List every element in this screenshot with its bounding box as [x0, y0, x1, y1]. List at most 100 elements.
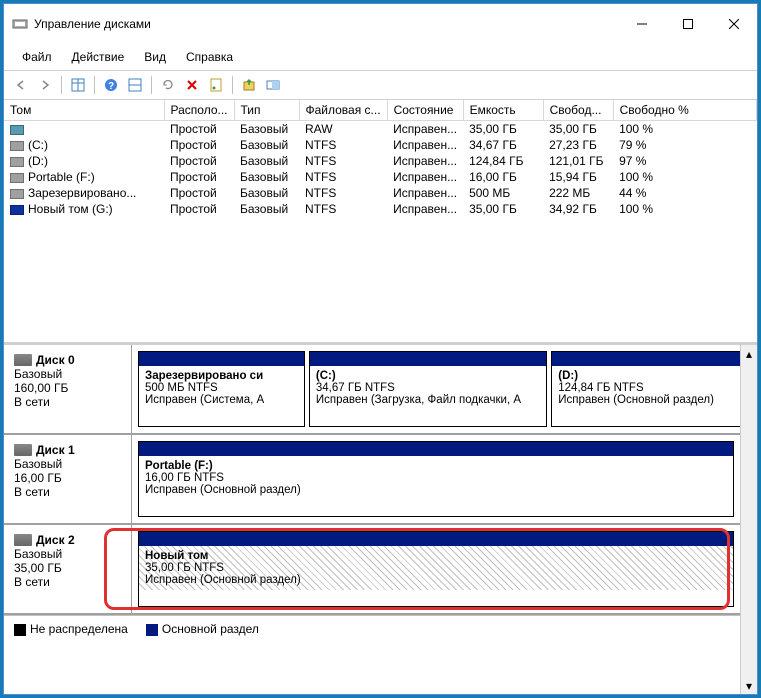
content: Том Располо... Тип Файловая с... Состоян… [4, 100, 757, 694]
partition-status: Исправен (Основной раздел) [145, 484, 727, 496]
partition-info: 16,00 ГБ NTFS [145, 472, 727, 484]
disk-state: В сети [14, 575, 121, 589]
disk-info: Диск 2Базовый35,00 ГБВ сети [4, 525, 132, 613]
partition-status: Исправен (Загрузка, Файл подкачки, А [316, 394, 540, 406]
partition-status: Исправен (Основной раздел) [558, 394, 735, 406]
refresh-button[interactable] [157, 74, 179, 96]
help-button[interactable]: ? [100, 74, 122, 96]
col-volume[interactable]: Том [4, 100, 164, 121]
menu-help[interactable]: Справка [176, 46, 243, 68]
col-fs[interactable]: Файловая с... [299, 100, 387, 121]
graphic-pane[interactable]: Диск 0Базовый160,00 ГБВ сетиЗарезервиров… [4, 345, 740, 694]
toolbar: ? [4, 71, 757, 100]
back-button[interactable] [10, 74, 32, 96]
volume-table-pane[interactable]: Том Располо... Тип Файловая с... Состоян… [4, 100, 757, 345]
disk-partitions: Portable (F:)16,00 ГБ NTFSИсправен (Осно… [132, 435, 740, 523]
legend-primary-swatch [146, 624, 158, 636]
table-row[interactable]: Portable (F:)ПростойБазовыйNTFSИсправен.… [4, 169, 757, 185]
disk-size: 160,00 ГБ [14, 381, 121, 395]
partition-name: (C:) [316, 370, 540, 382]
table-row[interactable]: Новый том (G:)ПростойБазовыйNTFSИсправен… [4, 201, 757, 217]
menu-view[interactable]: Вид [134, 46, 176, 68]
action1-button[interactable] [238, 74, 260, 96]
app-icon [12, 16, 28, 32]
col-capacity[interactable]: Емкость [463, 100, 543, 121]
window-title: Управление дисками [34, 17, 619, 31]
volume-icon [10, 189, 24, 199]
disk-row: Диск 1Базовый16,00 ГБВ сетиPortable (F:)… [4, 435, 740, 525]
partition-info: 35,00 ГБ NTFS [145, 562, 727, 574]
volume-icon [10, 173, 24, 183]
table-row[interactable]: (D:)ПростойБазовыйNTFSИсправен...124,84 … [4, 153, 757, 169]
legend-unalloc-swatch [14, 624, 26, 636]
disk-management-window: Управление дисками Файл Действие Вид Спр… [3, 3, 758, 695]
action2-button[interactable] [262, 74, 284, 96]
disk-size: 16,00 ГБ [14, 471, 121, 485]
legend: Не распределена Основной раздел [4, 615, 740, 642]
partition[interactable]: (C:)34,67 ГБ NTFSИсправен (Загрузка, Фай… [309, 351, 547, 427]
disk-row: Диск 0Базовый160,00 ГБВ сетиЗарезервиров… [4, 345, 740, 435]
partition-status: Исправен (Система, А [145, 394, 298, 406]
table-row[interactable]: (C:)ПростойБазовыйNTFSИсправен...34,67 Г… [4, 137, 757, 153]
partition[interactable]: (D:)124,84 ГБ NTFSИсправен (Основной раз… [551, 351, 740, 427]
properties-button[interactable] [205, 74, 227, 96]
close-button[interactable] [711, 10, 757, 38]
volume-icon [10, 205, 24, 215]
legend-unalloc-label: Не распределена [30, 622, 128, 636]
partition-info: 124,84 ГБ NTFS [558, 382, 735, 394]
menu-action[interactable]: Действие [62, 46, 135, 68]
disk-row: Диск 2Базовый35,00 ГБВ сетиНовый том35,0… [4, 525, 740, 615]
col-freepct[interactable]: Свободно % [613, 100, 756, 121]
partition-info: 34,67 ГБ NTFS [316, 382, 540, 394]
menubar: Файл Действие Вид Справка [4, 44, 757, 71]
partition-header [552, 352, 740, 366]
legend-primary-label: Основной раздел [162, 622, 259, 636]
partition-header [310, 352, 546, 366]
disk-icon [14, 444, 32, 456]
disk-partitions: Зарезервировано си500 МБ NTFSИсправен (С… [132, 345, 740, 433]
disk-name-label: Диск 2 [36, 533, 75, 547]
table-row[interactable]: ПростойБазовыйRAWИсправен...35,00 ГБ35,0… [4, 121, 757, 138]
partition-header [139, 532, 733, 546]
partition-name: (D:) [558, 370, 735, 382]
svg-text:?: ? [108, 81, 114, 92]
col-status[interactable]: Состояние [387, 100, 463, 121]
minimize-button[interactable] [619, 10, 665, 38]
partition-info: 500 МБ NTFS [145, 382, 298, 394]
disk-size: 35,00 ГБ [14, 561, 121, 575]
scroll-up-icon[interactable]: ▴ [741, 345, 757, 362]
scroll-down-icon[interactable]: ▾ [741, 677, 757, 694]
table-row[interactable]: Зарезервировано...ПростойБазовыйNTFSИспр… [4, 185, 757, 201]
scrollbar-vertical[interactable]: ▴ ▾ [740, 345, 757, 694]
partition-name: Зарезервировано си [145, 370, 298, 382]
disk-state: В сети [14, 395, 121, 409]
view-graphic-button[interactable] [124, 74, 146, 96]
titlebar: Управление дисками [4, 4, 757, 44]
disk-icon [14, 354, 32, 366]
volume-icon [10, 157, 24, 167]
volume-table: Том Располо... Тип Файловая с... Состоян… [4, 100, 757, 217]
col-layout[interactable]: Располо... [164, 100, 234, 121]
disk-name-label: Диск 0 [36, 353, 75, 367]
partition-name: Новый том [145, 550, 727, 562]
forward-button[interactable] [34, 74, 56, 96]
col-free[interactable]: Свобод... [543, 100, 613, 121]
partition[interactable]: Новый том35,00 ГБ NTFSИсправен (Основной… [138, 531, 734, 607]
maximize-button[interactable] [665, 10, 711, 38]
volume-icon [10, 125, 24, 135]
disk-name-label: Диск 1 [36, 443, 75, 457]
partition[interactable]: Зарезервировано си500 МБ NTFSИсправен (С… [138, 351, 305, 427]
col-type[interactable]: Тип [234, 100, 299, 121]
disk-type: Базовый [14, 547, 121, 561]
partition-status: Исправен (Основной раздел) [145, 574, 727, 586]
view-list-button[interactable] [67, 74, 89, 96]
partition[interactable]: Portable (F:)16,00 ГБ NTFSИсправен (Осно… [138, 441, 734, 517]
disk-info: Диск 0Базовый160,00 ГБВ сети [4, 345, 132, 433]
partition-name: Portable (F:) [145, 460, 727, 472]
disk-icon [14, 534, 32, 546]
menu-file[interactable]: Файл [12, 46, 62, 68]
partition-header [139, 352, 304, 366]
partition-header [139, 442, 733, 456]
delete-button[interactable] [181, 74, 203, 96]
disk-type: Базовый [14, 367, 121, 381]
